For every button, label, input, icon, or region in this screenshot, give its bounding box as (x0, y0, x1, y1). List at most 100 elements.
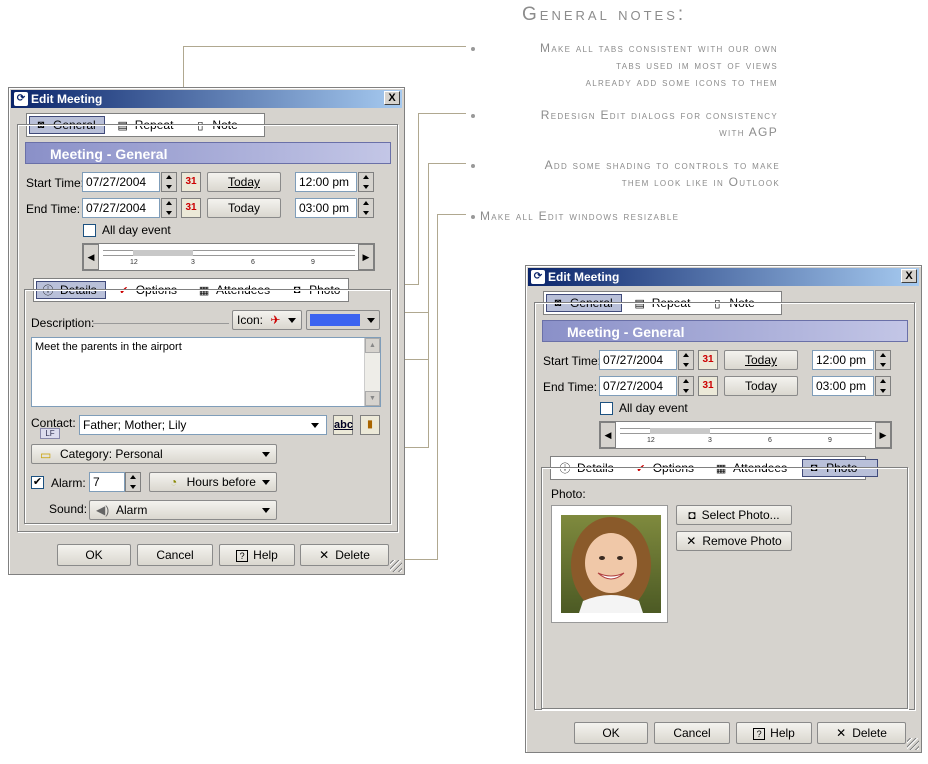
calendar-icon[interactable]: 31 (181, 172, 201, 192)
note-3-line-1: Add some shading to controls to make (544, 158, 780, 172)
help-icon: ? (236, 550, 249, 562)
start-time-field[interactable]: 12:00 pm (812, 350, 874, 370)
category-label: Category: Personal (60, 447, 163, 461)
start-date-field[interactable]: 07/27/2004 (599, 350, 677, 370)
alarm-unit-dropdown[interactable]: ◔ Hours before (149, 472, 277, 492)
select-photo-button[interactable]: ◘ Select Photo... (676, 505, 792, 525)
contact-badge: LF (40, 428, 60, 439)
camera-icon: ◘ (688, 508, 696, 522)
delete-icon: ✕ (686, 534, 697, 548)
close-button[interactable]: X (384, 91, 400, 105)
end-time-spinner[interactable] (875, 376, 891, 396)
close-button[interactable]: X (901, 269, 917, 283)
chevron-down-icon (367, 318, 375, 323)
start-time-spinner[interactable] (875, 350, 891, 370)
vertical-scrollbar[interactable]: ▲ ▼ (364, 338, 380, 406)
timeline-right-arrow[interactable]: ▶ (875, 422, 891, 448)
timeline-left-arrow[interactable]: ◀ (600, 422, 616, 448)
end-date-field[interactable]: 07/27/2004 (599, 376, 677, 396)
end-time-label: End Time: (26, 202, 81, 216)
all-day-label: All day event (619, 401, 688, 415)
today-button-end[interactable]: Today (207, 198, 281, 218)
help-icon: ? (753, 728, 766, 740)
timeline-tick: 6 (768, 437, 772, 444)
airplane-icon: ✈ (270, 313, 281, 327)
speaker-icon: ◀) (96, 503, 110, 517)
title-bar[interactable]: ⟳ Edit Meeting X (11, 90, 402, 108)
today-button-end[interactable]: Today (724, 376, 798, 396)
start-date-spinner[interactable] (161, 172, 177, 192)
time-timeline[interactable]: ◀ ▶ 12 3 6 9 (599, 421, 892, 449)
timeline-left-arrow[interactable]: ◀ (83, 244, 99, 270)
ok-button[interactable]: OK (57, 544, 131, 566)
cancel-button[interactable]: Cancel (137, 544, 213, 566)
help-label: Help (253, 548, 278, 562)
alarm-spinner[interactable] (125, 472, 141, 492)
connector-line (437, 214, 438, 560)
timeline-selection[interactable] (133, 250, 193, 256)
contact-field[interactable]: Father; Mother; Lily (79, 415, 327, 435)
all-day-checkbox[interactable] (83, 224, 96, 237)
delete-button[interactable]: ✕ Delete (300, 544, 389, 566)
chevron-down-icon[interactable] (311, 423, 319, 428)
category-dropdown[interactable]: ▭ Category: Personal (31, 444, 277, 464)
end-date-spinner[interactable] (678, 376, 694, 396)
note-4: Make all Edit windows resizable (480, 208, 732, 225)
note-2-line-2: with AGP (719, 125, 778, 139)
notes-title: General notes: (522, 4, 687, 25)
photo-label: Photo: (551, 487, 586, 501)
delete-label: Delete (852, 726, 887, 740)
today-button-start[interactable]: Today (724, 350, 798, 370)
timeline-tick: 6 (251, 259, 255, 266)
start-date-field[interactable]: 07/27/2004 (82, 172, 160, 192)
start-date-spinner[interactable] (678, 350, 694, 370)
divider (93, 323, 229, 324)
alarm-checkbox[interactable]: ✔ (31, 476, 44, 489)
start-time-spinner[interactable] (358, 172, 374, 192)
alarm-value-field[interactable]: 7 (89, 472, 125, 492)
connector-line (418, 113, 466, 114)
help-button[interactable]: ? Help (736, 722, 812, 744)
connector-line (428, 163, 466, 164)
cancel-button[interactable]: Cancel (654, 722, 730, 744)
remove-photo-label: Remove Photo (702, 534, 782, 548)
scroll-up-arrow[interactable]: ▲ (365, 338, 380, 353)
timeline-selection[interactable] (650, 428, 710, 434)
resize-grip[interactable] (907, 738, 919, 750)
photo-image (561, 515, 661, 613)
calendar-icon[interactable]: 31 (698, 376, 718, 396)
calendar-icon[interactable]: 31 (181, 198, 201, 218)
remove-photo-button[interactable]: ✕ Remove Photo (676, 531, 792, 551)
timeline-right-arrow[interactable]: ▶ (358, 244, 374, 270)
title-bar[interactable]: ⟳ Edit Meeting X (528, 268, 919, 286)
end-time-label: End Time: (543, 380, 598, 394)
calendar-icon[interactable]: 31 (698, 350, 718, 370)
spell-check-button[interactable]: abc (333, 415, 353, 435)
note-1: Make all tabs consistent with our own ta… (480, 40, 778, 91)
time-timeline[interactable]: ◀ ▶ 12 3 6 9 (82, 243, 375, 271)
end-time-field[interactable]: 03:00 pm (295, 198, 357, 218)
color-dropdown[interactable] (306, 310, 380, 330)
ok-button[interactable]: OK (574, 722, 648, 744)
note-1-line-3: already add some icons to them (585, 75, 778, 89)
end-date-field[interactable]: 07/27/2004 (82, 198, 160, 218)
help-button[interactable]: ? Help (219, 544, 295, 566)
chevron-down-icon (288, 318, 296, 323)
scroll-down-arrow[interactable]: ▼ (365, 391, 380, 406)
delete-button[interactable]: ✕ Delete (817, 722, 906, 744)
alarm-label: Alarm: (51, 476, 86, 490)
icon-dropdown-label: Icon: (237, 313, 264, 327)
select-photo-label: Select Photo... (701, 508, 780, 522)
resize-grip[interactable] (390, 560, 402, 572)
start-time-field[interactable]: 12:00 pm (295, 172, 357, 192)
address-book-icon[interactable]: ▮ (360, 415, 380, 435)
end-date-spinner[interactable] (161, 198, 177, 218)
sound-dropdown[interactable]: ◀) Alarm (89, 500, 277, 520)
icon-dropdown[interactable]: Icon: ✈ (232, 310, 302, 330)
end-time-field[interactable]: 03:00 pm (812, 376, 874, 396)
today-button-start[interactable]: Today (207, 172, 281, 192)
clock-icon: ◔ (170, 475, 178, 489)
description-textarea[interactable]: Meet the parents in the airport ▲ ▼ (31, 337, 381, 407)
all-day-checkbox[interactable] (600, 402, 613, 415)
end-time-spinner[interactable] (358, 198, 374, 218)
